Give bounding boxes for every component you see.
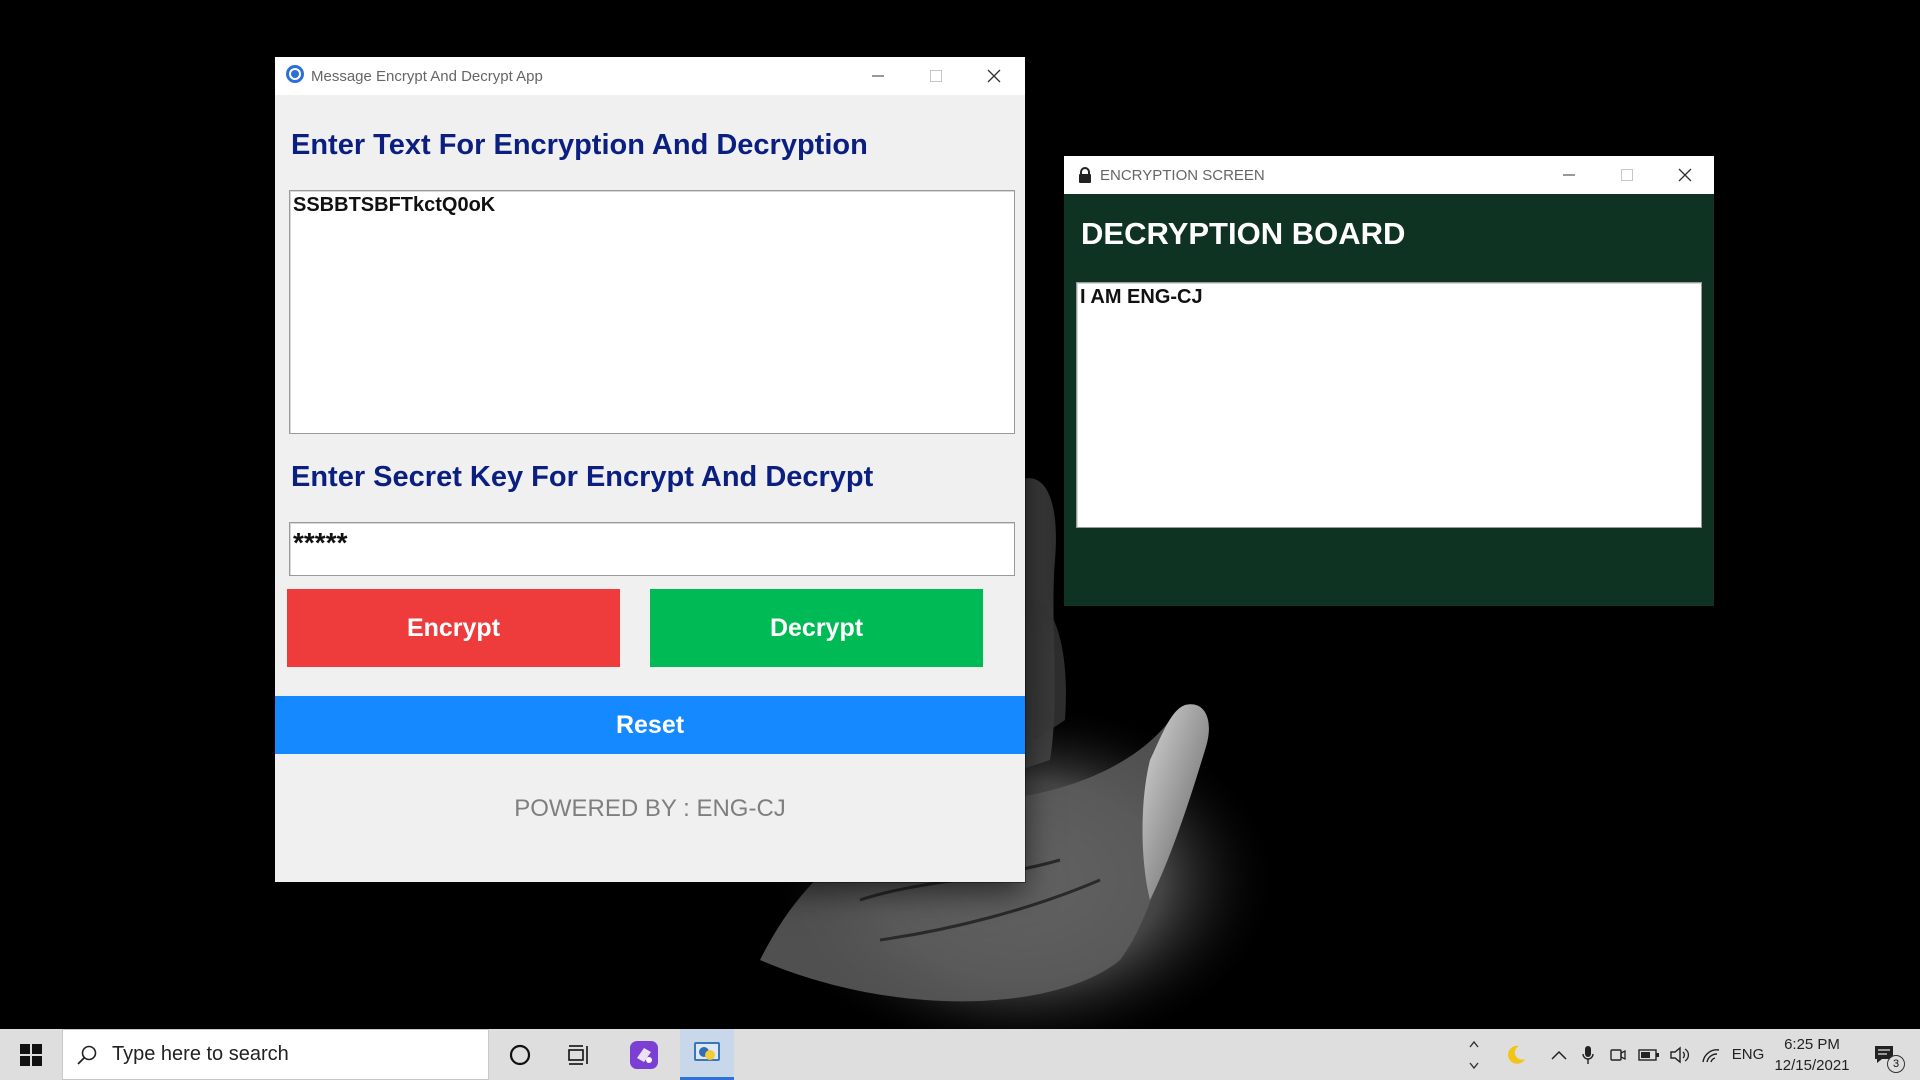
chevron-up-icon	[1551, 1050, 1567, 1060]
microphone-icon	[1582, 1045, 1594, 1064]
minimize-button[interactable]	[849, 57, 907, 95]
close-icon	[987, 69, 1001, 83]
main-window-title: Message Encrypt And Decrypt App	[311, 67, 543, 85]
decrypted-output-text: I AM ENG-CJ	[1080, 286, 1203, 308]
taskbar-scroll-buttons[interactable]	[1462, 1029, 1486, 1080]
search-icon	[77, 1045, 97, 1065]
network-tray-button[interactable]	[1697, 1029, 1725, 1080]
decryption-window: ENCRYPTION SCREEN DECRYPTION BOARD I AM …	[1064, 156, 1714, 606]
microphone-tray-button[interactable]	[1575, 1029, 1601, 1080]
speaker-icon	[1670, 1046, 1689, 1063]
action-center-button[interactable]: 3	[1860, 1029, 1910, 1080]
decryption-board-heading: DECRYPTION BOARD	[1081, 216, 1406, 251]
cortana-button[interactable]	[494, 1029, 546, 1080]
decrypt-button[interactable]: Decrypt	[650, 589, 983, 667]
decrypt-window-title: ENCRYPTION SCREEN	[1100, 166, 1265, 184]
camera-tray-button[interactable]	[1605, 1029, 1631, 1080]
task-view-button[interactable]	[555, 1029, 605, 1080]
maximize-icon	[1621, 169, 1633, 181]
close-icon	[1678, 168, 1692, 182]
clock-time: 6:25 PM	[1784, 1035, 1840, 1053]
reset-button[interactable]: Reset	[275, 696, 1025, 754]
battery-tray-button[interactable]	[1635, 1029, 1663, 1080]
secret-key-value: *****	[293, 527, 348, 558]
decrypted-output-textarea[interactable]: I AM ENG-CJ	[1076, 282, 1702, 528]
windows-icon	[20, 1043, 42, 1066]
minimize-button[interactable]	[1540, 156, 1598, 194]
close-button[interactable]	[965, 57, 1023, 95]
secret-key-input[interactable]: *****	[289, 522, 1015, 576]
minimize-icon	[872, 75, 884, 77]
taskbar-app-python[interactable]	[680, 1029, 734, 1080]
chevron-up-down-icon	[1469, 1040, 1479, 1069]
minimize-icon	[1563, 174, 1575, 176]
main-window-titlebar[interactable]: Message Encrypt And Decrypt App	[275, 57, 1025, 95]
message-textarea[interactable]: SSBBTSBFTkctQ0oK	[289, 190, 1015, 434]
search-placeholder: Type here to search	[112, 1043, 289, 1065]
app-icon	[285, 64, 305, 89]
start-button[interactable]	[0, 1029, 62, 1080]
clock-date: 12/15/2021	[1774, 1056, 1850, 1074]
wifi-icon	[1702, 1048, 1720, 1062]
maximize-icon	[930, 70, 942, 82]
visual-studio-icon	[630, 1040, 658, 1069]
taskbar-search-box[interactable]: Type here to search	[62, 1029, 489, 1080]
message-text: SSBBTSBFTkctQ0oK	[293, 194, 496, 216]
moon-icon	[1508, 1045, 1525, 1064]
lock-icon	[1078, 167, 1092, 183]
show-hidden-icons-button[interactable]	[1545, 1029, 1573, 1080]
cortana-circle-icon	[509, 1044, 531, 1065]
encrypt-button[interactable]: Encrypt	[287, 589, 620, 667]
taskbar: Type here to search ENG 6:25 PM 12/15/20…	[0, 1029, 1920, 1080]
maximize-button	[1598, 156, 1656, 194]
clock[interactable]: 6:25 PM 12/15/2021	[1772, 1029, 1852, 1080]
volume-tray-button[interactable]	[1665, 1029, 1693, 1080]
input-language-indicator[interactable]: ENG	[1732, 1029, 1765, 1080]
close-button[interactable]	[1656, 156, 1714, 194]
decrypt-window-titlebar[interactable]: ENCRYPTION SCREEN	[1064, 156, 1714, 194]
night-light-tray-button[interactable]	[1495, 1029, 1537, 1080]
maximize-button	[907, 57, 965, 95]
key-heading: Enter Secret Key For Encrypt And Decrypt	[291, 461, 874, 493]
taskbar-app-visual-studio[interactable]	[618, 1029, 670, 1080]
text-heading: Enter Text For Encryption And Decryption	[291, 129, 868, 161]
battery-icon	[1638, 1048, 1659, 1061]
task-view-icon	[568, 1044, 588, 1065]
camera-icon	[1610, 1048, 1626, 1061]
powered-by-label: POWERED BY : ENG-CJ	[514, 795, 786, 822]
notification-count-badge: 3	[1887, 1055, 1905, 1073]
main-app-window: Message Encrypt And Decrypt App Enter Te…	[275, 57, 1025, 882]
python-app-icon	[694, 1042, 720, 1061]
